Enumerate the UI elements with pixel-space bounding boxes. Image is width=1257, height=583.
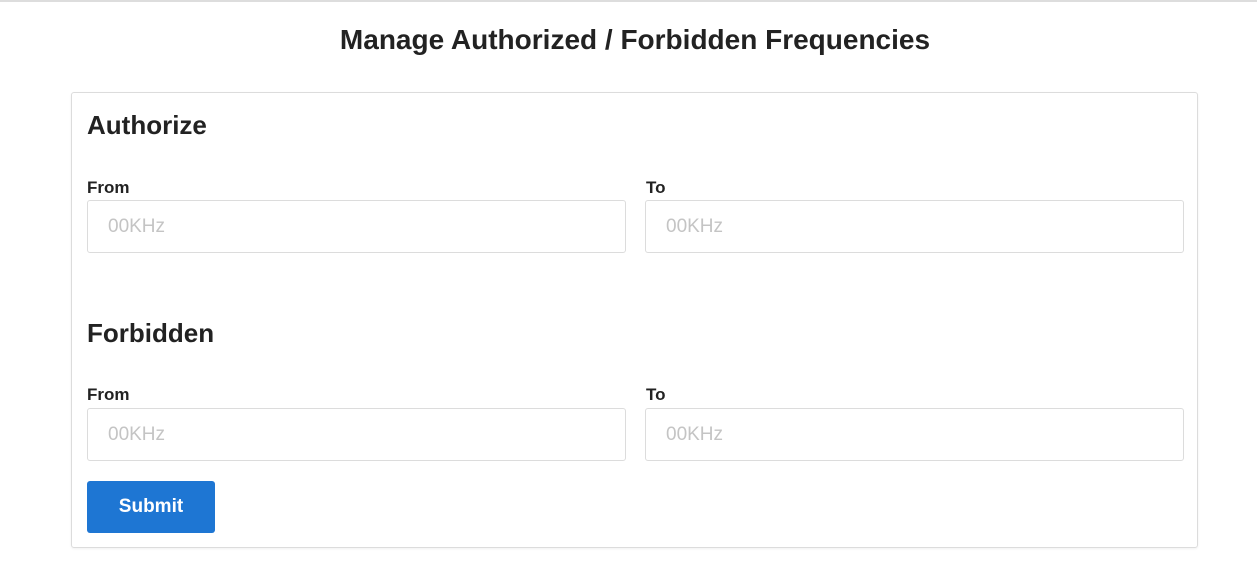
authorize-from-input[interactable] bbox=[87, 200, 626, 253]
authorize-heading: Authorize bbox=[87, 110, 207, 140]
forbidden-heading: Forbidden bbox=[87, 318, 215, 348]
authorize-from-label: From bbox=[87, 178, 130, 197]
forbidden-from-label: From bbox=[87, 385, 130, 404]
frequency-form-card: Authorize From To Forbidden From To Subm… bbox=[71, 92, 1198, 548]
forbidden-to-label: To bbox=[646, 385, 666, 404]
authorize-to-input[interactable] bbox=[645, 200, 1184, 253]
forbidden-to-input[interactable] bbox=[645, 408, 1184, 461]
page-title: Manage Authorized / Forbidden Frequencie… bbox=[339, 24, 931, 55]
submit-button[interactable]: Submit bbox=[87, 481, 215, 533]
forbidden-from-input[interactable] bbox=[87, 408, 626, 461]
authorize-to-label: To bbox=[646, 178, 666, 197]
